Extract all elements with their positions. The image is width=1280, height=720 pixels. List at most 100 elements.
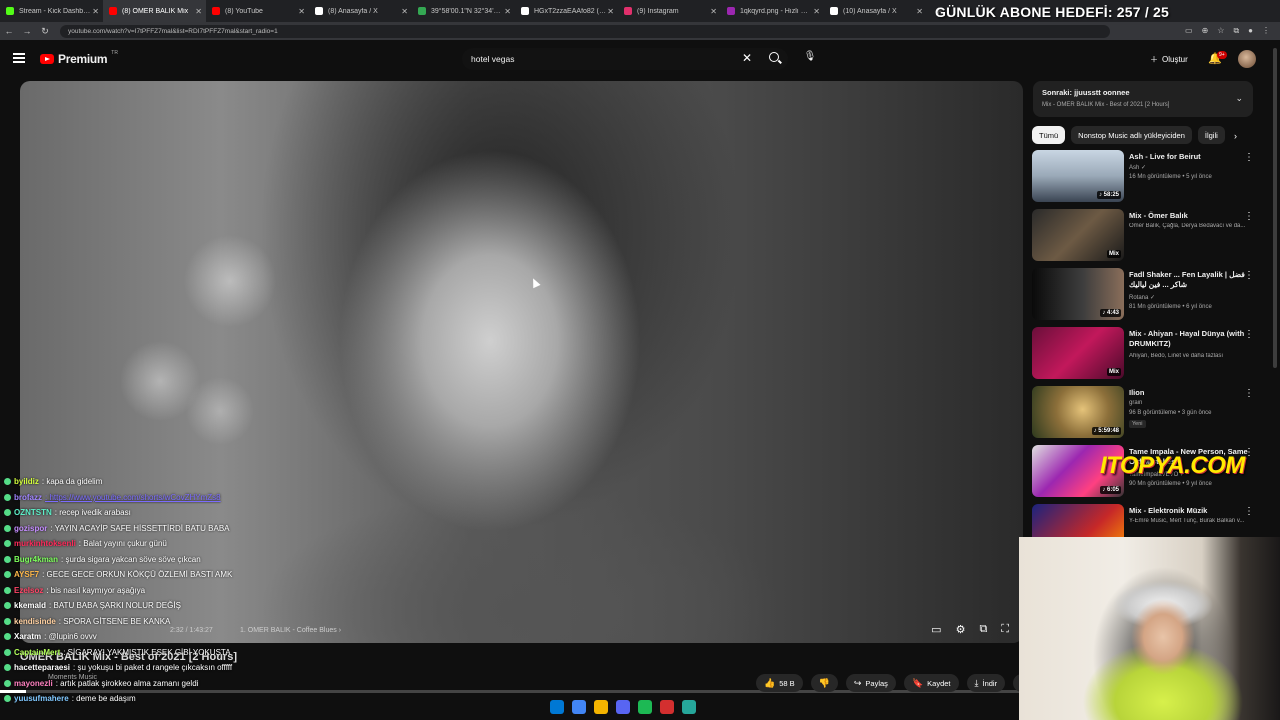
scrollbar[interactable] <box>1273 48 1277 368</box>
browser-tab[interactable]: 39°58'00.1"N 32°34'59.9" ✕ <box>412 0 515 22</box>
close-tab-icon[interactable]: ✕ <box>607 7 614 16</box>
menu-dots-icon[interactable]: ⋮ <box>1262 26 1270 36</box>
chat-username[interactable]: Bugr4kman <box>14 555 58 564</box>
youtube-logo[interactable]: Premium TR <box>40 50 118 66</box>
recommended-video[interactable]: ♪ 58:25 Ash - Live for Beirut Ash ✓ 16 Mn g… <box>1032 150 1272 202</box>
video-title[interactable]: Mix - Ahiyan - Hayal Dünya (with DRUMKIT… <box>1129 329 1255 349</box>
chevron-right-icon[interactable]: › <box>1234 131 1237 141</box>
more-options-icon[interactable]: ⋮ <box>1244 388 1254 399</box>
recommended-video[interactable]: Mix Mix - Ahiyan - Hayal Dünya (with DRUM… <box>1032 327 1272 379</box>
cast-icon[interactable]: ▭ <box>1185 26 1193 36</box>
browser-tab[interactable]: Stream - Kick Dashboard ✕ <box>0 0 103 22</box>
video-title[interactable]: Mix - Elektronik Müzik <box>1129 506 1255 516</box>
recommended-video[interactable]: ♪ 5:59:48 Ilion grain 96 B görüntüleme • 3 … <box>1032 386 1272 438</box>
video-title[interactable]: Mix - Ömer Balık <box>1129 211 1255 221</box>
video-thumbnail[interactable]: Mix <box>1032 327 1124 379</box>
recommended-video[interactable]: Mix Mix - Ömer Balık Ömer Balık, Çağla, De… <box>1032 209 1272 261</box>
channel-name[interactable]: Rotana ✓ <box>1129 294 1254 301</box>
more-options-icon[interactable]: ⋮ <box>1244 152 1254 163</box>
bookmark-star-icon[interactable]: ☆ <box>1217 26 1224 36</box>
profile-icon[interactable]: ● <box>1248 26 1253 36</box>
channel-name[interactable]: Ömer Balık, Çağla, Derya Bedavacı ve da.… <box>1129 223 1254 229</box>
channel-name[interactable]: Y-Emre Music, Mert Tunç, Burak Balkan v.… <box>1129 518 1254 524</box>
filter-chip[interactable]: İlgili <box>1197 126 1225 144</box>
video-thumbnail[interactable]: ♪ 5:59:48 <box>1032 386 1124 438</box>
browser-tab[interactable]: (10) Anasayfa / X ✕ <box>824 0 927 22</box>
chat-username[interactable]: yuusufmahere <box>14 694 69 703</box>
search-input[interactable]: hotel vegas ✕ <box>462 48 788 70</box>
fullscreen-icon[interactable]: ⛶ <box>1001 623 1009 636</box>
zoom-icon[interactable]: ⊕ <box>1202 26 1209 36</box>
close-tab-icon[interactable]: ✕ <box>298 7 305 16</box>
browser-tab[interactable]: (8) OMER BALIK Mix ✕ <box>103 0 206 22</box>
xbox-icon[interactable] <box>660 700 674 714</box>
create-button[interactable]: ＋ Oluştur <box>1144 50 1194 68</box>
chat-username[interactable]: hacetteparaesi <box>14 663 70 672</box>
video-thumbnail[interactable]: ♪ 58:25 <box>1032 150 1124 202</box>
avatar[interactable] <box>1238 50 1256 68</box>
browser-tab[interactable]: (8) Anasayfa / X ✕ <box>309 0 412 22</box>
chat-username[interactable]: byildiz <box>14 477 39 486</box>
discord-icon[interactable] <box>616 700 630 714</box>
close-tab-icon[interactable]: ✕ <box>813 7 820 16</box>
close-tab-icon[interactable]: ✕ <box>710 7 717 16</box>
close-tab-icon[interactable]: ✕ <box>504 7 511 16</box>
back-icon[interactable]: ← <box>0 26 18 36</box>
more-options-icon[interactable]: ⋮ <box>1244 211 1254 222</box>
search-icon[interactable] <box>769 52 779 62</box>
spotify-icon[interactable] <box>638 700 652 714</box>
video-thumbnail[interactable]: ♪ 4:43 <box>1032 268 1124 320</box>
chat-username[interactable]: kkemald <box>14 601 46 610</box>
extensions-icon[interactable]: ⧉ <box>1233 26 1239 36</box>
browser-tab[interactable]: (9) Instagram ✕ <box>618 0 721 22</box>
settings-gear-icon[interactable]: ⚙ <box>956 623 966 636</box>
folder-icon[interactable] <box>594 700 608 714</box>
more-options-icon[interactable]: ⋮ <box>1244 447 1254 458</box>
playlist-up-next[interactable]: Sonraki: jjuusstt oonnee Mix - OMER BALI… <box>1033 81 1253 117</box>
chat-username[interactable]: Xaratm <box>14 632 41 641</box>
chrome-icon[interactable] <box>572 700 586 714</box>
clear-search-icon[interactable]: ✕ <box>742 51 752 65</box>
close-tab-icon[interactable]: ✕ <box>92 7 99 16</box>
share-button[interactable]: ↪ Paylaş <box>845 674 896 692</box>
download-button[interactable]: ⤓ İndir <box>966 674 1006 692</box>
chat-username[interactable]: mayonezli <box>14 679 53 688</box>
close-tab-icon[interactable]: ✕ <box>401 7 408 16</box>
chat-username[interactable]: AYSF7 <box>14 570 39 579</box>
dislike-button[interactable]: 👎 <box>810 674 838 692</box>
miniplayer-icon[interactable]: ⧉ <box>979 623 987 636</box>
browser-tab[interactable]: HGxT2zzaEAAfo82 (524×✕ <box>515 0 618 22</box>
save-button[interactable]: 🔖 Kaydet <box>903 674 959 692</box>
close-tab-icon[interactable]: ✕ <box>916 7 923 16</box>
chat-username[interactable]: brofazz <box>14 493 42 502</box>
chat-username[interactable]: kendisinde <box>14 617 56 626</box>
menu-hamburger-icon[interactable] <box>13 53 25 63</box>
video-title[interactable]: Fadl Shaker ... Fen Layalik | فضل شاكر .… <box>1129 270 1255 290</box>
like-button[interactable]: 👍 58 B <box>756 674 803 692</box>
video-thumbnail[interactable]: Mix <box>1032 209 1124 261</box>
channel-name[interactable]: grain <box>1129 400 1254 406</box>
url-field[interactable]: youtube.com/watch?v=I7tPFFZ7mal&list=RDI… <box>60 24 1110 38</box>
chat-username[interactable]: CaptainMert <box>14 648 60 657</box>
video-title[interactable]: Ash - Live for Beirut <box>1129 152 1255 162</box>
channel-name[interactable]: Ash ✓ <box>1129 164 1254 171</box>
chat-username[interactable]: OZNTSTN <box>14 508 52 517</box>
filter-chip[interactable]: Tümü <box>1032 126 1066 144</box>
recommended-video[interactable]: ♪ 4:43 Fadl Shaker ... Fen Layalik | فضل … <box>1032 268 1272 320</box>
chat-username[interactable]: murkinhtoksenli <box>14 539 76 548</box>
chat-username[interactable]: gozispor <box>14 524 47 533</box>
chat-username[interactable]: Ezelsoz <box>14 586 43 595</box>
app-icon[interactable] <box>682 700 696 714</box>
browser-tab[interactable]: 1qkqyrd.png - Hızlı Resim✕ <box>721 0 824 22</box>
windows-icon[interactable] <box>550 700 564 714</box>
more-options-icon[interactable]: ⋮ <box>1244 270 1254 281</box>
filter-chip[interactable]: Nonstop Music adlı yükleyiciden <box>1071 126 1192 144</box>
subtitles-icon[interactable]: ▭ <box>931 623 941 636</box>
channel-name[interactable]: Ahiyan, Bedo, Linet ve daha fazlası <box>1129 353 1254 359</box>
forward-icon[interactable]: → <box>18 26 36 36</box>
microphone-icon[interactable]: 🎙 <box>802 51 818 67</box>
video-title[interactable]: Ilion <box>1129 388 1255 398</box>
more-options-icon[interactable]: ⋮ <box>1244 329 1254 340</box>
reload-icon[interactable]: ↻ <box>36 26 54 37</box>
browser-tab[interactable]: (8) YouTube ✕ <box>206 0 309 22</box>
